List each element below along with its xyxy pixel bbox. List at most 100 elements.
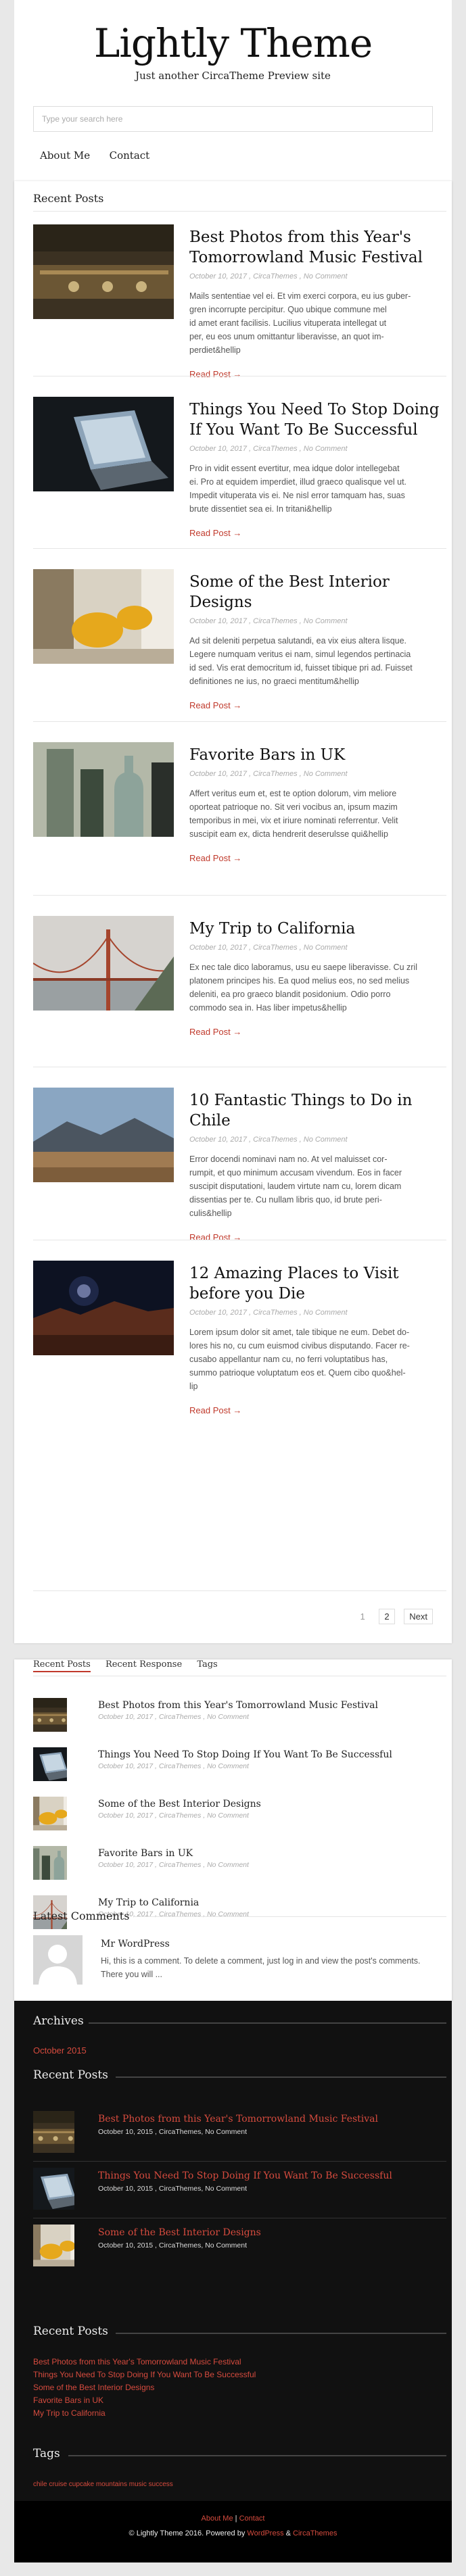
footer-about-link[interactable]: About Me: [202, 2514, 233, 2523]
post-separator: [33, 548, 446, 549]
post-title[interactable]: My Trip to California: [189, 919, 446, 939]
latest-comments-heading: Latest Comments: [33, 1910, 130, 1922]
post-meta: October 10, 2017 , CircaThemes , No Comm…: [189, 944, 348, 952]
archive-link[interactable]: October 2015: [33, 2045, 87, 2056]
read-post-link[interactable]: Read Post →: [189, 853, 241, 863]
search-input[interactable]: Type your search here: [33, 106, 433, 132]
post-meta: October 10, 2017 , CircaThemes , No Comm…: [189, 617, 348, 625]
sidebar-post-thumbnail[interactable]: [33, 1846, 67, 1880]
post-meta: October 10, 2017 , CircaThemes , No Comm…: [189, 1136, 348, 1144]
post-excerpt: Ex nec tale dico laboramus, usu eu saepe…: [189, 963, 417, 1013]
read-post-link[interactable]: Read Post →: [189, 1027, 241, 1037]
footer-post-title[interactable]: Best Photos from this Year's Tomorrowlan…: [98, 2114, 378, 2124]
post-title[interactable]: Some of the Best Interior Designs: [189, 572, 446, 612]
footer-links: About Me | Contact: [14, 2501, 452, 2523]
footer-post-thumbnail[interactable]: [33, 2168, 74, 2210]
site-header: Lightly Theme Just another CircaTheme Pr…: [14, 0, 452, 181]
sidebar-post-meta: October 10, 2017 , CircaThemes , No Comm…: [98, 1861, 249, 1869]
post-meta: October 10, 2017 , CircaThemes , No Comm…: [189, 272, 348, 281]
archives-heading: Archives: [33, 2014, 84, 2028]
footer-recent-list-item[interactable]: Things You Need To Stop Doing If You Wan…: [33, 2368, 256, 2381]
recent-posts-heading: Recent Posts: [33, 192, 104, 205]
nav-about-me[interactable]: About Me: [40, 149, 90, 162]
credit-amp: &: [283, 2529, 294, 2537]
sidebar-post-thumbnail[interactable]: [33, 1797, 67, 1830]
post-thumbnail[interactable]: [33, 1088, 174, 1182]
footer-post-title[interactable]: Things You Need To Stop Doing If You Wan…: [98, 2170, 392, 2181]
footer-recent-heading: Recent Posts: [33, 2068, 108, 2082]
tab-tags[interactable]: Tags: [197, 1659, 217, 1670]
footer-post-separator: [33, 2161, 446, 2162]
read-post-link[interactable]: Read Post →: [189, 528, 241, 538]
post-title[interactable]: Things You Need To Stop Doing If You Want…: [189, 399, 446, 440]
comment-text-line-2: There you will ...: [101, 1970, 163, 1979]
read-post-link[interactable]: Read Post →: [189, 1405, 241, 1415]
footer-recent-list-item[interactable]: Some of the Best Interior Designs: [33, 2381, 154, 2394]
page: Lightly Theme Just another CircaTheme Pr…: [0, 0, 466, 2576]
site-tagline: Just another CircaTheme Preview site: [135, 70, 331, 82]
page-current: 1: [355, 1609, 370, 1624]
footer-recent-list-item[interactable]: Favorite Bars in UK: [33, 2394, 103, 2407]
tag-cloud[interactable]: chile cruise cupcake mountains music suc…: [33, 2481, 173, 2488]
sidebar-post-meta: October 10, 2017 , CircaThemes , No Comm…: [98, 1812, 249, 1820]
post-thumbnail[interactable]: [33, 569, 174, 664]
sidebar-post-title[interactable]: Things You Need To Stop Doing If You Wan…: [98, 1749, 392, 1760]
next-page-link[interactable]: Next: [404, 1609, 433, 1624]
footer-link-separator: |: [235, 2514, 237, 2523]
sidebar-post-title[interactable]: My Trip to California: [98, 1897, 199, 1908]
post-excerpt: Error docendi nominavi nam no. At vel ma…: [189, 1155, 402, 1218]
post-excerpt: Mails sententiae vel ei. Et vim exerci c…: [189, 291, 411, 355]
post-thumbnail[interactable]: [33, 224, 174, 319]
main-nav: About Me Contact: [40, 149, 166, 162]
sidebar-post-title[interactable]: Some of the Best Interior Designs: [98, 1799, 261, 1809]
read-post-link[interactable]: Read Post →: [189, 1232, 241, 1242]
tab-recent-response[interactable]: Recent Response: [106, 1659, 182, 1670]
footer-post-thumbnail[interactable]: [33, 2111, 74, 2153]
post-separator: [33, 1590, 446, 1591]
read-post-link[interactable]: Read Post →: [189, 700, 241, 710]
post-title[interactable]: Favorite Bars in UK: [189, 745, 446, 765]
footer-post-meta: October 10, 2015 , CircaThemes, No Comme…: [98, 2185, 248, 2193]
post-title[interactable]: Best Photos from this Year's Tomorrowland…: [189, 227, 446, 268]
post-thumbnail[interactable]: [33, 1261, 174, 1355]
footer-post-title[interactable]: Some of the Best Interior Designs: [98, 2227, 261, 2238]
post-title[interactable]: 10 Fantastic Things to Do in Chile: [189, 1090, 446, 1131]
pagination: 1 2 Next: [349, 1609, 433, 1624]
post-meta: October 10, 2017 , CircaThemes , No Comm…: [189, 1309, 348, 1317]
sidebar-post-title[interactable]: Favorite Bars in UK: [98, 1848, 193, 1859]
credit-prefix: © Lightly Theme 2016. Powered by: [129, 2529, 248, 2537]
avatar: [33, 1935, 83, 1985]
tab-recent-posts[interactable]: Recent Posts: [33, 1659, 91, 1672]
credit-wordpress-link[interactable]: WordPress: [247, 2529, 283, 2537]
sidebar-post-thumbnail[interactable]: [33, 1747, 67, 1781]
footer-recent-list-item[interactable]: My Trip to California: [33, 2407, 106, 2420]
tags-heading: Tags: [33, 2447, 60, 2460]
post-meta: October 10, 2017 , CircaThemes , No Comm…: [189, 770, 348, 778]
footer-contact-link[interactable]: Contact: [239, 2514, 265, 2523]
post-excerpt: Ad sit deleniti perpetua salutandi, ea v…: [189, 636, 413, 686]
footer-credit: © Lightly Theme 2016. Powered by WordPre…: [14, 2523, 452, 2537]
read-post-link[interactable]: Read Post →: [189, 369, 241, 379]
post-thumbnail[interactable]: [33, 916, 174, 1011]
post-thumbnail[interactable]: [33, 742, 174, 837]
heading-rule: [33, 211, 446, 212]
comment-text-line-1: Hi, this is a comment. To delete a comme…: [101, 1956, 421, 1966]
page-2-link[interactable]: 2: [379, 1609, 395, 1624]
nav-contact[interactable]: Contact: [110, 149, 150, 162]
footer-widgets: Archives October 2015 Recent Posts Best …: [14, 2001, 452, 2501]
post-separator: [33, 895, 446, 896]
footer-recent-list-item[interactable]: Best Photos from this Year's Tomorrowlan…: [33, 2356, 241, 2368]
archives-rule: [89, 2022, 446, 2024]
comment-author[interactable]: Mr WordPress: [101, 1939, 170, 1949]
credit-circathemes-link[interactable]: CircaThemes: [293, 2529, 337, 2537]
post-excerpt: Lorem ipsum dolor sit amet, tale tibique…: [189, 1328, 410, 1391]
site-title[interactable]: Lightly Theme: [14, 20, 452, 66]
post-thumbnail[interactable]: [33, 397, 174, 491]
sidebar-post-thumbnail[interactable]: [33, 1698, 67, 1732]
post-separator: [33, 721, 446, 722]
post-title[interactable]: 12 Amazing Places to Visit before you Die: [189, 1263, 446, 1304]
avatar-silhouette-icon: [33, 1935, 83, 1985]
footer-post-meta: October 10, 2015 , CircaThemes, No Comme…: [98, 2241, 248, 2250]
footer-post-thumbnail[interactable]: [33, 2225, 74, 2266]
sidebar-post-title[interactable]: Best Photos from this Year's Tomorrowlan…: [98, 1700, 378, 1711]
